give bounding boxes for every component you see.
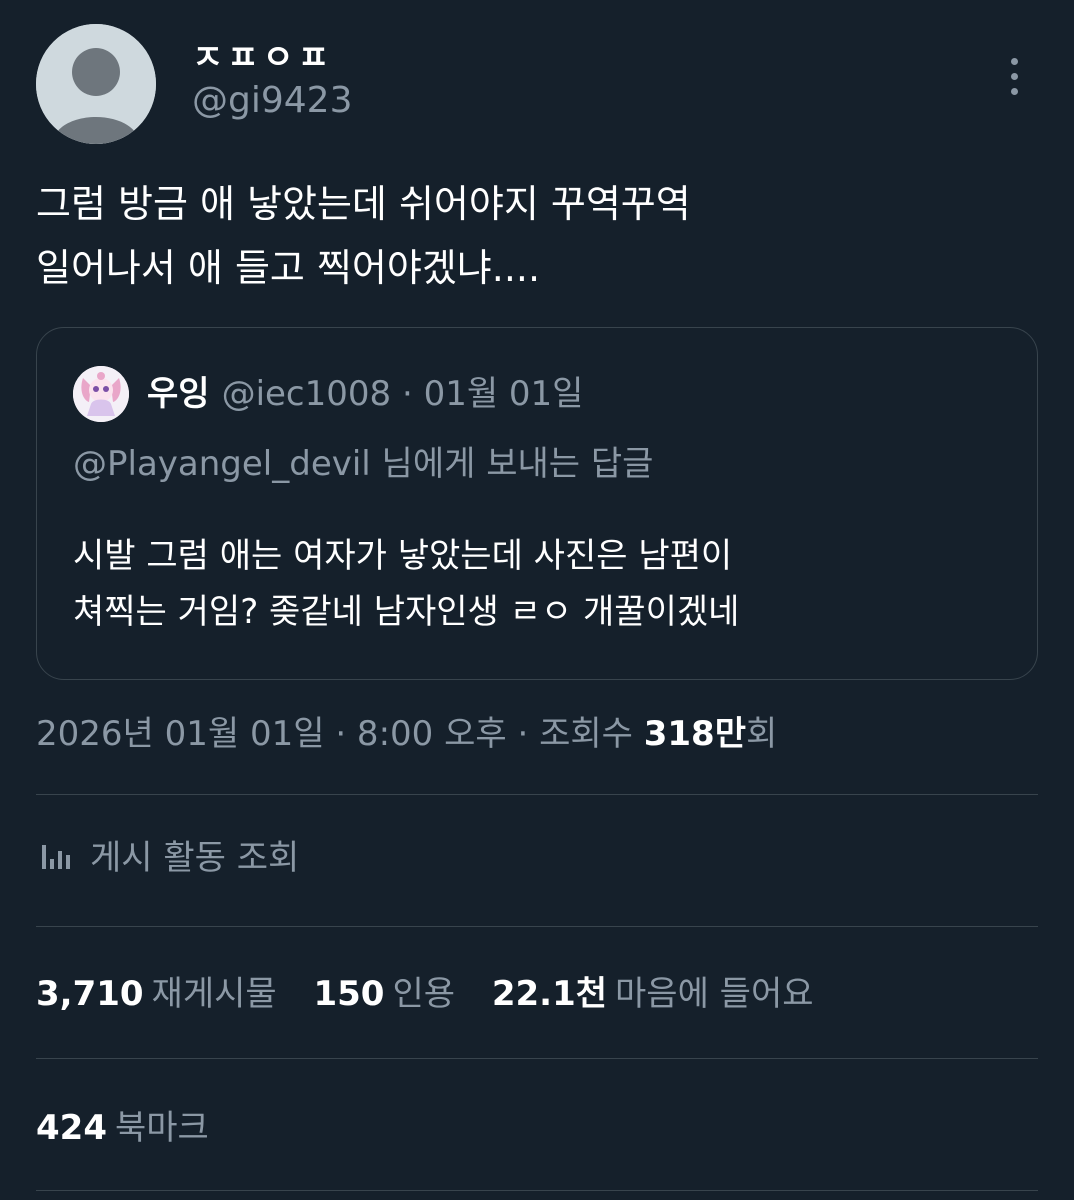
engagement-stats: 3,710 재게시물 150 인용 22.1천 마음에 들어요: [36, 966, 840, 1015]
quoted-tweet-text: 시발 그럼 애는 여자가 낳았는데 사진은 남편이 쳐찍는 거임? 좆같네 남자…: [73, 528, 1003, 640]
retweets-count: 3,710: [36, 974, 144, 1014]
quoted-tweet-card[interactable]: 우잉 @iec1008 · 01월 01일 @Playangel_devil 님에…: [36, 327, 1038, 680]
view-count-suffix: 회: [746, 714, 778, 754]
tweet-detail-page: ㅈㅍㅇㅍ @gi9423 그럼 방금 애 낳았는데 쉬어야지 꾸역꾸역 일어나서…: [0, 0, 1074, 1200]
author-display-name[interactable]: ㅈㅍㅇㅍ: [192, 30, 333, 79]
post-activity-label: 게시 활동 조회: [90, 838, 300, 878]
tweet-text: 그럼 방금 애 낳았는데 쉬어야지 꾸역꾸역 일어나서 애 들고 찍어야겠냐..…: [36, 172, 1036, 300]
more-vertical-icon-dot: [1010, 72, 1018, 80]
quoted-text-line: 쳐찍는 거임? 좆같네 남자인생 ㄹㅇ 개꿀이겠네: [73, 592, 740, 632]
quoted-author-meta[interactable]: @iec1008 · 01월 01일: [222, 374, 584, 414]
bookmarks-count: 424: [36, 1108, 107, 1148]
quoted-header: 우잉 @iec1008 · 01월 01일: [147, 366, 583, 422]
quoted-text-line: 시발 그럼 애는 여자가 낳았는데 사진은 남편이: [73, 536, 733, 576]
more-vertical-icon-dot: [1010, 87, 1018, 95]
divider: [36, 1190, 1038, 1191]
divider: [36, 1058, 1038, 1059]
tweet-timestamp: 2026년 01월 01일 · 8:00 오후 · 조회수 318만회: [36, 706, 777, 755]
retweets-stat[interactable]: 3,710 재게시물: [36, 974, 277, 1014]
more-options-button[interactable]: [994, 48, 1034, 104]
default-avatar-icon: [36, 24, 156, 144]
retweets-label: 재게시물: [151, 974, 277, 1014]
divider: [36, 794, 1038, 795]
tweet-text-line: 일어나서 애 들고 찍어야겠냐....: [36, 246, 541, 290]
quotes-stat[interactable]: 150 인용: [313, 974, 455, 1014]
likes-count: 22.1천: [491, 974, 608, 1014]
likes-label: 마음에 들어요: [615, 974, 814, 1014]
author-handle[interactable]: @gi9423: [192, 80, 352, 121]
divider: [36, 926, 1038, 927]
more-vertical-icon: [1010, 57, 1018, 65]
author-avatar[interactable]: [36, 24, 156, 144]
quotes-label: 인용: [392, 974, 456, 1014]
bookmarks-label: 북마크: [114, 1108, 209, 1148]
timestamp-text[interactable]: 2026년 01월 01일 · 8:00 오후 · 조회수: [36, 714, 644, 754]
quoted-author-name[interactable]: 우잉: [147, 374, 210, 414]
post-activity-link[interactable]: 게시 활동 조회: [36, 830, 299, 879]
character-avatar-icon: [73, 366, 129, 422]
quoted-reply-to: @Playangel_devil 님에게 보내는 답글: [73, 444, 654, 484]
bookmarks-stat[interactable]: 424 북마크: [36, 1100, 209, 1149]
analytics-bars-icon: [42, 844, 70, 869]
likes-stat[interactable]: 22.1천 마음에 들어요: [492, 974, 814, 1014]
quoted-author-avatar[interactable]: [73, 366, 129, 422]
quotes-count: 150: [313, 974, 385, 1014]
view-count: 318만: [643, 714, 746, 754]
tweet-text-line: 그럼 방금 애 낳았는데 쉬어야지 꾸역꾸역: [36, 182, 691, 226]
